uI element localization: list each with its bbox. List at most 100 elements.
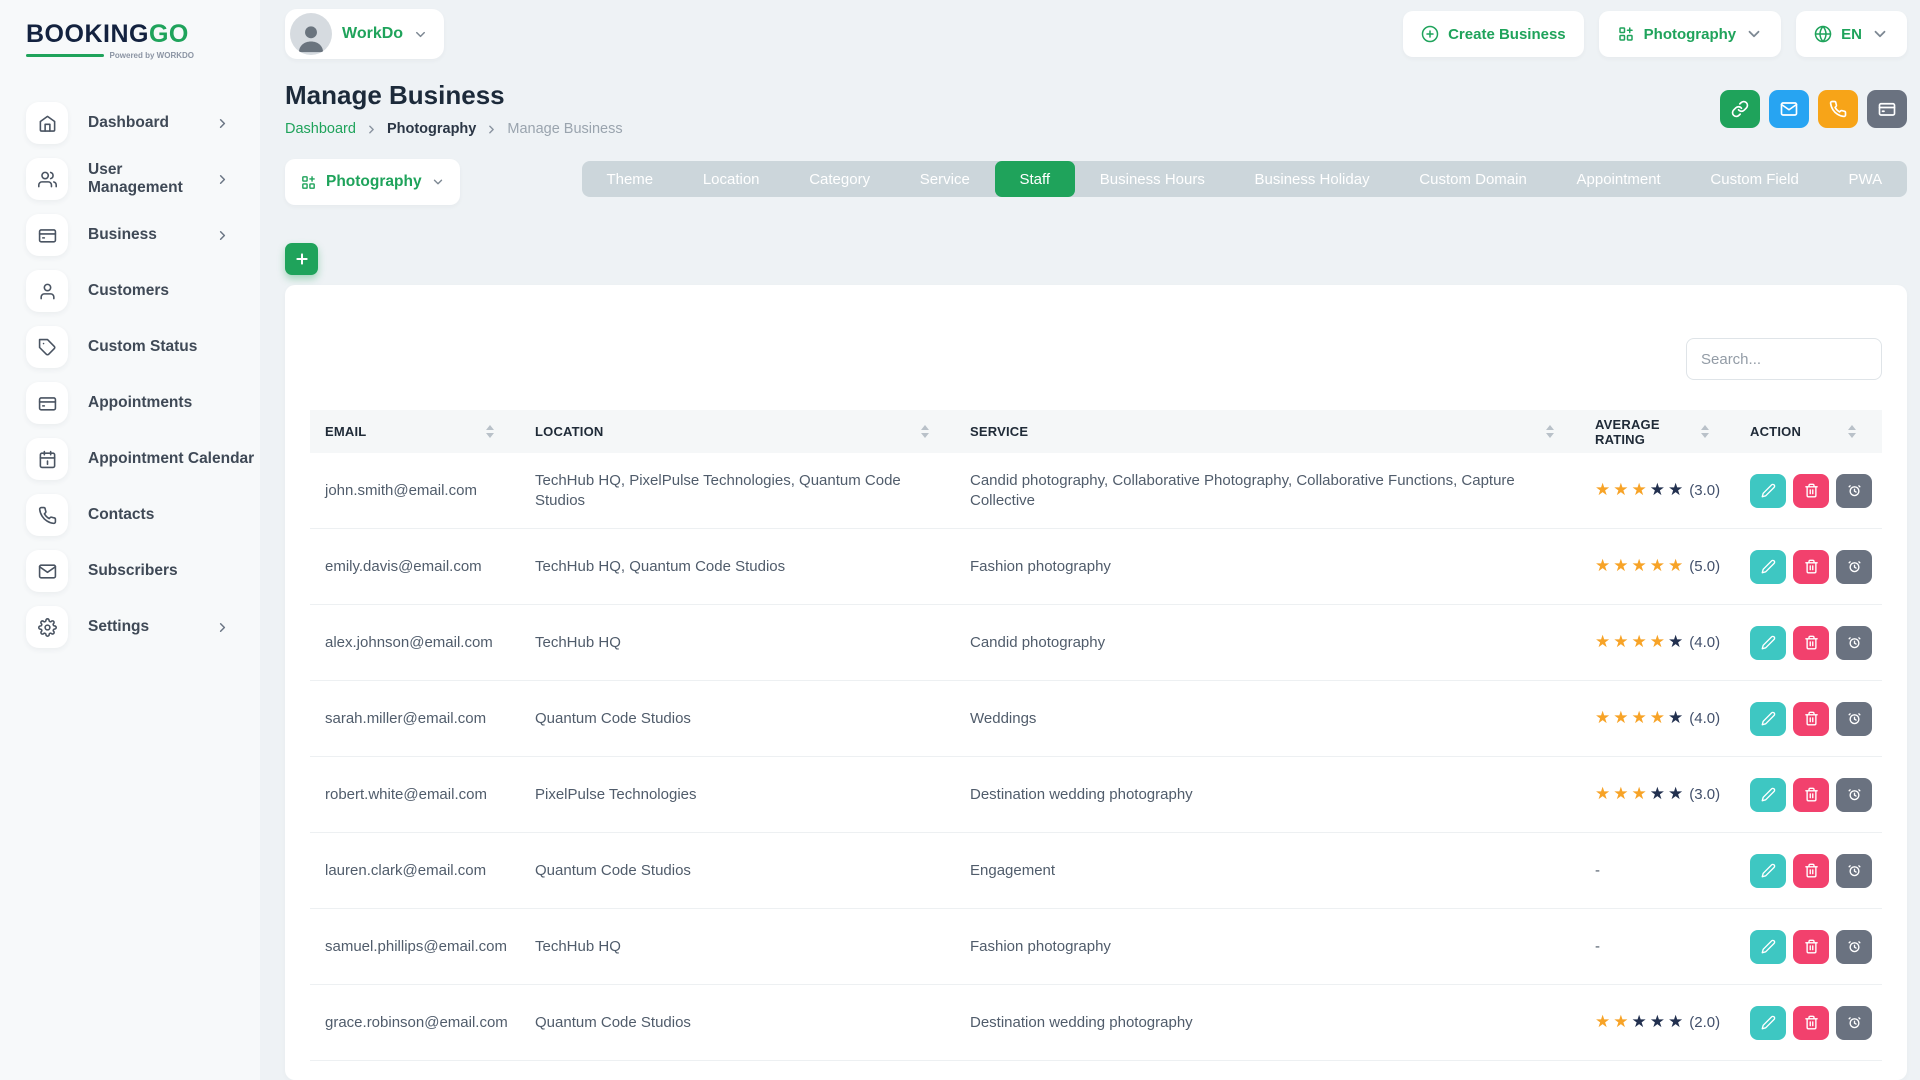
sidebar-item-subscribers[interactable]: Subscribers bbox=[26, 550, 260, 592]
business-selector-header[interactable]: Photography bbox=[1599, 11, 1782, 57]
sidebar-item-settings[interactable]: Settings bbox=[26, 606, 260, 648]
edit-button[interactable] bbox=[1750, 474, 1786, 508]
edit-button[interactable] bbox=[1750, 930, 1786, 964]
sidebar-item-user-management[interactable]: User Management bbox=[26, 158, 260, 200]
staff-location: TechHub HQ bbox=[520, 633, 955, 653]
delete-button[interactable] bbox=[1793, 702, 1829, 736]
tab-service[interactable]: Service bbox=[895, 161, 995, 197]
edit-button[interactable] bbox=[1750, 626, 1786, 660]
sidebar-item-custom-status[interactable]: Custom Status bbox=[26, 326, 260, 368]
table-row: john.smith@email.comTechHub HQ, PixelPul… bbox=[310, 453, 1882, 529]
star-filled-icon: ★ bbox=[1613, 631, 1628, 653]
business-dropdown[interactable]: Photography bbox=[285, 159, 460, 205]
timer-button[interactable] bbox=[1836, 854, 1872, 888]
delete-button[interactable] bbox=[1793, 626, 1829, 660]
delete-button[interactable] bbox=[1793, 930, 1829, 964]
staff-rating: ★★★★★(3.0) bbox=[1580, 479, 1735, 501]
delete-button[interactable] bbox=[1793, 474, 1829, 508]
language-selector[interactable]: EN bbox=[1796, 11, 1907, 57]
row-actions bbox=[1735, 930, 1882, 964]
column-label: SERVICE bbox=[970, 424, 1028, 439]
delete-button[interactable] bbox=[1793, 550, 1829, 584]
breadcrumb-photography[interactable]: Photography bbox=[387, 121, 476, 137]
star-filled-icon: ★ bbox=[1632, 707, 1647, 729]
copy-link-button[interactable] bbox=[1720, 90, 1760, 128]
row-actions bbox=[1735, 1006, 1882, 1040]
head-actions bbox=[1720, 90, 1907, 137]
sidebar-item-appointments[interactable]: Appointments bbox=[26, 382, 260, 424]
plus-row bbox=[285, 243, 1907, 275]
staff-service: Candid photography, Collaborative Photog… bbox=[955, 471, 1580, 510]
timer-button[interactable] bbox=[1836, 474, 1872, 508]
pencil-icon bbox=[1761, 711, 1776, 726]
brand-logo[interactable]: BOOKINGGO Powered by WORKDO bbox=[26, 20, 194, 60]
column-header-action[interactable]: ACTION bbox=[1735, 424, 1882, 439]
staff-rating: ★★★★★(4.0) bbox=[1580, 631, 1735, 653]
edit-button[interactable] bbox=[1750, 702, 1786, 736]
column-header-email[interactable]: EMAIL bbox=[310, 424, 520, 439]
delete-button[interactable] bbox=[1793, 1006, 1829, 1040]
tab-custom-domain[interactable]: Custom Domain bbox=[1394, 161, 1551, 197]
sidebar-item-business[interactable]: Business bbox=[26, 214, 260, 256]
create-business-button[interactable]: Create Business bbox=[1403, 11, 1584, 57]
grid-plus-icon bbox=[1617, 25, 1635, 43]
column-header-average-rating[interactable]: AVERAGE RATING bbox=[1580, 417, 1735, 447]
sidebar-item-dashboard[interactable]: Dashboard bbox=[26, 102, 260, 144]
tab-category[interactable]: Category bbox=[784, 161, 895, 197]
staff-service: Weddings bbox=[955, 709, 1580, 729]
star-empty-icon: ★ bbox=[1668, 631, 1683, 653]
column-header-service[interactable]: SERVICE bbox=[955, 424, 1580, 439]
timer-button[interactable] bbox=[1836, 550, 1872, 584]
workspace-selector[interactable]: WorkDo bbox=[285, 9, 444, 59]
tab-theme[interactable]: Theme bbox=[582, 161, 678, 197]
tab-business-hours[interactable]: Business Hours bbox=[1075, 161, 1230, 197]
delete-button[interactable] bbox=[1793, 778, 1829, 812]
trash-icon bbox=[1804, 483, 1819, 498]
credit-card-icon bbox=[26, 214, 68, 256]
star-empty-icon: ★ bbox=[1668, 479, 1683, 501]
timer-button[interactable] bbox=[1836, 1006, 1872, 1040]
tab-appointment[interactable]: Appointment bbox=[1552, 161, 1686, 197]
create-business-label: Create Business bbox=[1448, 26, 1566, 43]
breadcrumb-dashboard[interactable]: Dashboard bbox=[285, 121, 356, 137]
search-input[interactable] bbox=[1686, 338, 1882, 380]
chevron-right-icon bbox=[215, 228, 230, 243]
tab-staff[interactable]: Staff bbox=[995, 161, 1075, 197]
tab-pwa[interactable]: PWA bbox=[1824, 161, 1907, 197]
workspace-name: WorkDo bbox=[342, 25, 403, 43]
rating-value: (4.0) bbox=[1689, 709, 1720, 729]
tab-custom-field[interactable]: Custom Field bbox=[1686, 161, 1824, 197]
staff-rating: ★★★★★(3.0) bbox=[1580, 783, 1735, 805]
timer-button[interactable] bbox=[1836, 778, 1872, 812]
edit-button[interactable] bbox=[1750, 1006, 1786, 1040]
timer-button[interactable] bbox=[1836, 702, 1872, 736]
sort-icon bbox=[486, 425, 494, 438]
edit-button[interactable] bbox=[1750, 854, 1786, 888]
tab-business-holiday[interactable]: Business Holiday bbox=[1230, 161, 1395, 197]
chevron-down-icon bbox=[1871, 25, 1889, 43]
card-button[interactable] bbox=[1867, 90, 1907, 128]
add-staff-button[interactable] bbox=[285, 243, 318, 275]
sidebar-item-contacts[interactable]: Contacts bbox=[26, 494, 260, 536]
sidebar-item-label: Subscribers bbox=[88, 562, 178, 580]
sidebar-item-label: Appointment Calendar bbox=[88, 450, 254, 468]
timer-button[interactable] bbox=[1836, 930, 1872, 964]
page-head-left: Manage Business Dashboard Photography Ma… bbox=[285, 80, 623, 137]
call-button[interactable] bbox=[1818, 90, 1858, 128]
timer-button[interactable] bbox=[1836, 626, 1872, 660]
edit-button[interactable] bbox=[1750, 778, 1786, 812]
email-button[interactable] bbox=[1769, 90, 1809, 128]
sidebar-item-appointment-calendar[interactable]: Appointment Calendar bbox=[26, 438, 260, 480]
action-buttons bbox=[1750, 474, 1872, 508]
tab-location[interactable]: Location bbox=[678, 161, 784, 197]
column-header-location[interactable]: LOCATION bbox=[520, 424, 955, 439]
sidebar-item-customers[interactable]: Customers bbox=[26, 270, 260, 312]
edit-button[interactable] bbox=[1750, 550, 1786, 584]
sidebar-item-label: Appointments bbox=[88, 394, 192, 412]
sidebar-item-label: Custom Status bbox=[88, 338, 197, 356]
column-label: AVERAGE RATING bbox=[1595, 417, 1701, 447]
delete-button[interactable] bbox=[1793, 854, 1829, 888]
staff-location: TechHub HQ, PixelPulse Technologies, Qua… bbox=[520, 471, 955, 510]
credit-card-icon bbox=[26, 382, 68, 424]
staff-email: samuel.phillips@email.com bbox=[310, 937, 520, 957]
